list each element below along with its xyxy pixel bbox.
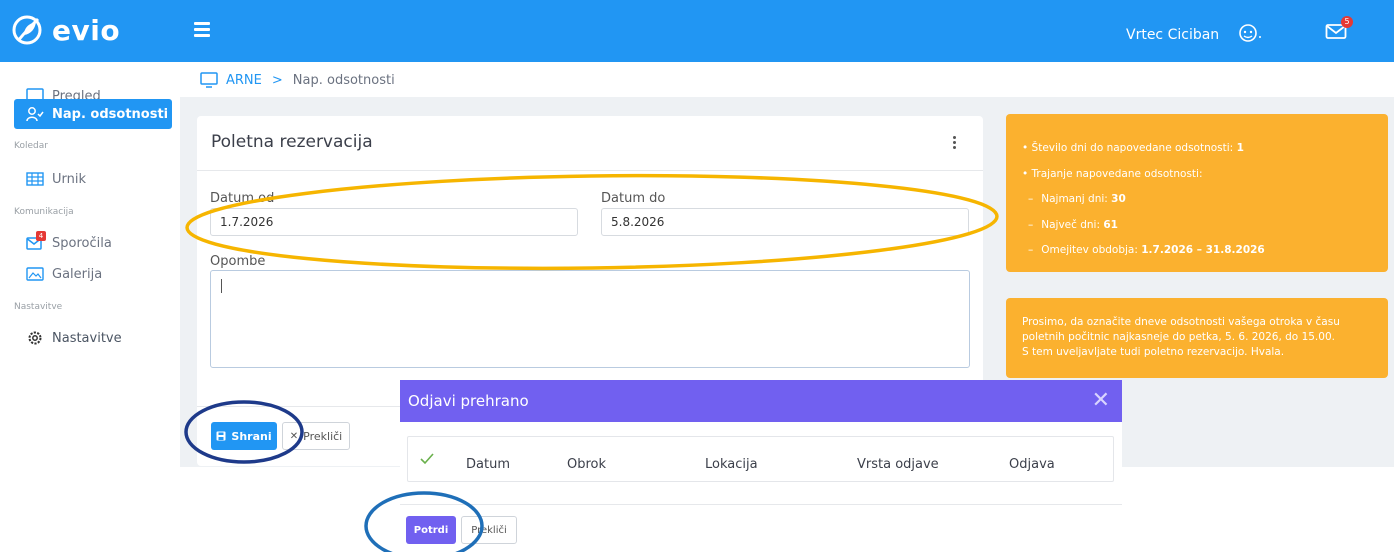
sidebar-item-label: Sporočila [52,235,112,251]
sidebar-item-label: Nap. odsotnosti [52,106,169,122]
logo[interactable]: evio [10,10,120,50]
sidebar: Pregled Nap. odsotnosti Koledar Urnik Ko… [0,62,180,552]
sidebar-item-label: Nastavitve [52,330,122,346]
info-value: 1.7.2026 – 31.8.2026 [1141,244,1265,256]
info-row: • Trajanje napovedane odsotnosti: [1022,162,1388,188]
monitor-icon [200,72,218,88]
sidebar-item-nastavitve[interactable]: Nastavitve [14,323,172,353]
text-caret [221,279,222,293]
leaf-logo-icon [12,15,42,45]
top-bar: evio Vrtec Ciciban 5 [0,0,1394,62]
column-header: Datum [466,457,510,472]
table-grid-icon [26,172,44,186]
absence-info-box: • Število dni do napovedane odsotnosti: … [1006,114,1388,272]
info-text: • Trajanje napovedane odsotnosti: [1022,167,1203,180]
cancel-label: Prekliči [303,429,343,443]
mail-badge: 5 [1341,16,1353,28]
breadcrumb: ARNE > Nap. odsotnosti [200,72,395,88]
logo-text: evio [52,13,121,47]
mail-icon: 4 [26,231,46,251]
floppy-disk-icon [216,431,226,441]
section-label-komunikacija: Komunikacija [14,207,74,217]
modal-cancel-button[interactable]: Prekliči [461,516,517,544]
meal-table-header: Datum Obrok Lokacija Vrsta odjave Odjava [407,436,1114,482]
notice-line: S tem uveljavljate tudi poletno rezervac… [1022,346,1285,358]
modal-title: Odjavi prehrano [408,392,529,410]
dash: – [1028,244,1034,256]
divider [400,504,1122,505]
info-text: Največ dni: [1041,218,1104,231]
sidebar-item-label: Urnik [52,171,87,187]
confirm-button[interactable]: Potrdi [406,516,456,544]
user-check-icon [26,107,44,122]
date-to-label: Datum do [601,191,666,206]
info-row: – Največ dni: 61 [1022,213,1388,239]
sidebar-item-urnik[interactable]: Urnik [14,164,172,194]
image-icon [26,267,44,281]
user-avatar-icon[interactable] [1237,22,1263,44]
section-label-nastavitve: Nastavitve [14,302,63,312]
info-row: • Število dni do napovedane odsotnosti: … [1022,136,1388,162]
breadcrumb-separator: > [271,72,283,88]
sporocila-badge: 4 [36,231,46,241]
info-text: Omejitev obdobja: [1041,244,1142,256]
gear-icon [28,331,42,345]
date-from-label: Datum od [210,191,275,206]
info-value: 30 [1111,193,1126,205]
cancel-button[interactable]: ✕ Prekliči [282,422,350,450]
info-row: – Najmanj dni: 30 [1022,187,1388,213]
menu-toggle-icon[interactable] [194,22,210,37]
column-header: Odjava [1009,457,1055,472]
info-value: 61 [1103,218,1118,231]
column-header: Lokacija [705,457,758,472]
save-label: Shrani [231,429,272,443]
close-icon: ✕ [289,430,299,442]
notice-line: Prosimo, da označite dneve odsotnosti va… [1022,316,1340,328]
check-icon[interactable] [420,453,434,465]
notice-box: Prosimo, da označite dneve odsotnosti va… [1006,298,1388,378]
notes-textarea[interactable] [210,270,970,368]
breadcrumb-current: Nap. odsotnosti [292,72,395,88]
dash: – [1028,193,1034,205]
sidebar-item-sporocila[interactable]: 4 Sporočila [14,228,172,258]
save-button[interactable]: Shrani [211,422,277,450]
info-text: • Število dni do napovedane odsotnosti: [1022,142,1237,154]
sidebar-item-nap-odsotnosti[interactable]: Nap. odsotnosti [14,99,172,129]
card-title: Poletna rezervacija [211,132,373,152]
column-header: Vrsta odjave [857,457,939,472]
sidebar-item-label: Galerija [52,266,103,282]
breadcrumb-root[interactable]: ARNE [226,73,262,88]
divider [197,170,983,171]
info-text: Najmanj dni: [1041,193,1112,205]
info-row: – Omejitev obdobja: 1.7.2026 – 31.8.2026 [1022,238,1388,264]
messages-button[interactable]: 5 [1325,16,1353,44]
date-from-input[interactable]: 1.7.2026 [210,208,578,236]
date-to-input[interactable]: 5.8.2026 [601,208,969,236]
modal-header: Odjavi prehrano ✕ [400,380,1122,422]
close-icon[interactable]: ✕ [1092,388,1110,413]
sidebar-item-galerija[interactable]: Galerija [14,259,172,289]
notice-line: poletnih počitnic najkasneje do petka, 5… [1022,331,1335,343]
section-label-koledar: Koledar [14,141,48,151]
dash: – [1028,218,1034,231]
info-value: 1 [1236,142,1244,154]
org-name[interactable]: Vrtec Ciciban [1126,27,1219,43]
more-options-icon[interactable] [953,136,957,150]
column-header: Obrok [567,457,607,472]
notes-label: Opombe [210,254,266,269]
